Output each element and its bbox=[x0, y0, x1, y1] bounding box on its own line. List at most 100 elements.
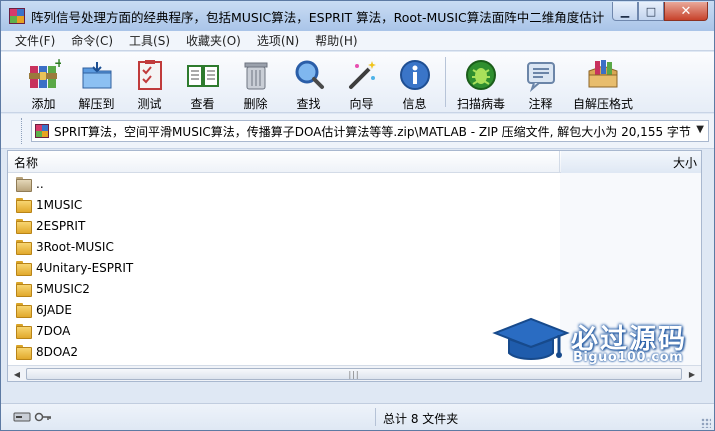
folder-icon bbox=[16, 261, 32, 276]
sfx-box-icon bbox=[585, 57, 621, 93]
toolbar: + 添加 解压到 测试 查看 删除 查找 向导 信息 扫描病毒 注释 自解压格式 bbox=[1, 52, 714, 113]
test-button[interactable]: 测试 bbox=[127, 52, 172, 112]
scan-virus-button[interactable]: 扫描病毒 bbox=[452, 52, 510, 112]
winrar-icon bbox=[9, 8, 25, 24]
list-header: 名称 ▲ 大小 bbox=[8, 151, 701, 173]
sfx-label: 自解压格式 bbox=[572, 97, 633, 111]
info-button[interactable]: 信息 bbox=[392, 52, 437, 112]
view-button[interactable]: 查看 bbox=[180, 52, 225, 112]
delete-button[interactable]: 删除 bbox=[233, 52, 278, 112]
folder-icon bbox=[16, 198, 32, 213]
magnifier-icon bbox=[291, 57, 327, 93]
find-button[interactable]: 查找 bbox=[286, 52, 331, 112]
list-item[interactable]: 8DOA2 bbox=[8, 341, 560, 362]
menu-options[interactable]: 选项(N) bbox=[249, 32, 307, 49]
menu-tools[interactable]: 工具(S) bbox=[121, 32, 178, 49]
list-item-parent[interactable]: .. bbox=[8, 173, 560, 194]
menu-file[interactable]: 文件(F) bbox=[7, 32, 63, 49]
window-title: 阵列信号处理方面的经典程序，包括MUSIC算法，ESPRIT 算法，Root-M… bbox=[31, 9, 606, 25]
address-field[interactable]: SPRIT算法，空间平滑MUSIC算法，传播算子DOA估计算法等等.zip\MA… bbox=[31, 120, 709, 142]
extract-folder-icon bbox=[79, 57, 115, 93]
trash-can-icon bbox=[238, 57, 274, 93]
find-label: 查找 bbox=[296, 97, 321, 111]
comment-label: 注释 bbox=[528, 97, 553, 111]
column-header-size[interactable]: 大小 bbox=[561, 151, 701, 173]
archive-icon bbox=[35, 124, 49, 138]
watermark: 必过源码 Biguo100.com bbox=[491, 313, 701, 373]
item-name: .. bbox=[36, 176, 44, 191]
app-window: 阵列信号处理方面的经典程序，包括MUSIC算法，ESPRIT 算法，Root-M… bbox=[0, 0, 715, 431]
toolbar-separator bbox=[445, 57, 446, 107]
delete-label: 删除 bbox=[243, 97, 268, 111]
list-item[interactable]: 5MUSIC2 bbox=[8, 278, 560, 299]
address-bar: SPRIT算法，空间平滑MUSIC算法，传播算子DOA估计算法等等.zip\MA… bbox=[1, 114, 714, 149]
menu-help[interactable]: 帮助(H) bbox=[307, 32, 365, 49]
list-item[interactable]: 3Root-MUSIC bbox=[8, 236, 560, 257]
folder-icon bbox=[16, 303, 32, 318]
column-header-name[interactable]: 名称 bbox=[8, 151, 560, 173]
magic-wand-icon bbox=[344, 57, 380, 93]
bug-icon bbox=[463, 57, 499, 93]
add-button[interactable]: + 添加 bbox=[21, 52, 66, 112]
item-name: 5MUSIC2 bbox=[36, 281, 90, 296]
drive-icon[interactable] bbox=[13, 411, 31, 423]
list-item[interactable]: 2ESPRIT bbox=[8, 215, 560, 236]
svg-text:+: + bbox=[54, 58, 61, 70]
address-bar-grip[interactable] bbox=[21, 118, 24, 144]
item-name: 2ESPRIT bbox=[36, 218, 86, 233]
checklist-icon bbox=[132, 57, 168, 93]
menu-bar: 文件(F) 命令(C) 工具(S) 收藏夹(O) 选项(N) 帮助(H) bbox=[1, 31, 714, 51]
info-label: 信息 bbox=[402, 97, 427, 111]
column-name-label: 名称 bbox=[14, 155, 39, 170]
menu-favorites[interactable]: 收藏夹(O) bbox=[178, 32, 249, 49]
status-icons bbox=[13, 411, 373, 423]
title-bar[interactable]: 阵列信号处理方面的经典程序，包括MUSIC算法，ESPRIT 算法，Root-M… bbox=[1, 1, 714, 31]
open-book-icon bbox=[185, 57, 221, 93]
item-name: 7DOA bbox=[36, 323, 71, 338]
list-item[interactable]: 7DOA bbox=[8, 320, 560, 341]
view-label: 查看 bbox=[190, 97, 215, 111]
add-label: 添加 bbox=[31, 97, 56, 111]
status-bar: 总计 8 文件夹 bbox=[1, 403, 714, 430]
column-size-label: 大小 bbox=[672, 155, 697, 170]
window-controls: ▁ □ ✕ bbox=[612, 2, 708, 21]
list-rows: .. 1MUSIC 2ESPRIT 3Root-MUSIC 4Unitary-E… bbox=[8, 173, 560, 362]
comment-button[interactable]: 注释 bbox=[518, 52, 563, 112]
folder-icon bbox=[16, 219, 32, 234]
list-item[interactable]: 1MUSIC bbox=[8, 194, 560, 215]
close-icon: ✕ bbox=[680, 3, 692, 19]
scroll-left-icon[interactable]: ◀ bbox=[9, 367, 25, 381]
folder-icon bbox=[16, 345, 32, 360]
status-summary: 总计 8 文件夹 bbox=[383, 412, 459, 426]
close-button[interactable]: ✕ bbox=[664, 2, 708, 21]
archive-books-icon: + bbox=[26, 57, 62, 93]
list-item[interactable]: 4Unitary-ESPRIT bbox=[8, 257, 560, 278]
maximize-icon: □ bbox=[645, 4, 657, 18]
folder-icon bbox=[16, 324, 32, 339]
comment-note-icon bbox=[523, 57, 559, 93]
extract-button[interactable]: 解压到 bbox=[74, 52, 119, 112]
wizard-button[interactable]: 向导 bbox=[339, 52, 384, 112]
info-icon bbox=[397, 57, 433, 93]
menu-commands[interactable]: 命令(C) bbox=[63, 32, 121, 49]
maximize-button[interactable]: □ bbox=[638, 2, 664, 21]
minimize-icon: ▁ bbox=[620, 4, 630, 18]
resize-grip[interactable] bbox=[701, 418, 711, 428]
minimize-button[interactable]: ▁ bbox=[612, 2, 638, 21]
folder-icon bbox=[16, 282, 32, 297]
item-name: 6JADE bbox=[36, 302, 72, 317]
item-name: 8DOA2 bbox=[36, 344, 78, 359]
address-path: SPRIT算法，空间平滑MUSIC算法，传播算子DOA估计算法等等.zip\MA… bbox=[54, 124, 691, 139]
key-icon[interactable] bbox=[34, 411, 52, 423]
item-name: 1MUSIC bbox=[36, 197, 83, 212]
list-item[interactable]: 6JADE bbox=[8, 299, 560, 320]
test-label: 测试 bbox=[137, 97, 162, 111]
chevron-down-icon[interactable]: ▼ bbox=[696, 124, 704, 135]
graduation-cap-icon bbox=[492, 317, 570, 360]
item-name: 4Unitary-ESPRIT bbox=[36, 260, 134, 275]
watermark-url: Biguo100.com bbox=[573, 350, 684, 365]
sfx-button[interactable]: 自解压格式 bbox=[571, 52, 635, 112]
status-divider bbox=[375, 408, 376, 426]
extract-label: 解压到 bbox=[78, 97, 115, 111]
folder-up-icon bbox=[16, 177, 32, 192]
